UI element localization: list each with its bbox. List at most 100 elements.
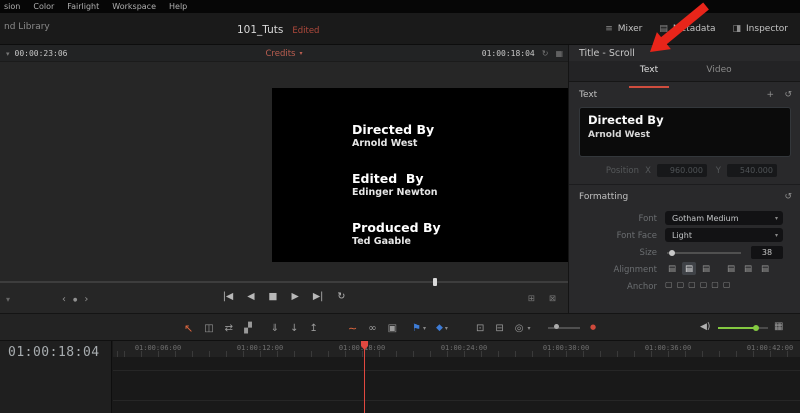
inspector-clip-title: Title - Scroll bbox=[579, 48, 635, 59]
viewer-scrub-bar[interactable] bbox=[0, 281, 568, 283]
menu-fairlight[interactable]: Fairlight bbox=[67, 2, 99, 11]
timeline-ruler[interactable]: 01:00:06:00 01:00:12:00 01:00:18:00 01:0… bbox=[113, 341, 800, 357]
chevron-down-icon[interactable]: ▾ bbox=[423, 325, 426, 332]
dynamic-trim-icon[interactable]: ⇄ bbox=[225, 323, 233, 334]
link-clips-icon[interactable]: ∞ bbox=[368, 323, 376, 334]
project-title: 101_Tuts bbox=[237, 24, 284, 36]
volume-knob[interactable] bbox=[753, 325, 759, 331]
align-left-button[interactable]: ▤ bbox=[665, 262, 679, 275]
clip-tools-cluster: ∼ ∞ ▣ bbox=[348, 314, 397, 342]
blade-tool-icon[interactable]: ▞ bbox=[244, 323, 252, 334]
menu-fusion[interactable]: sion bbox=[4, 2, 20, 11]
size-slider[interactable] bbox=[667, 252, 741, 254]
chevron-down-icon[interactable]: ▾ bbox=[528, 325, 531, 332]
record-indicator-icon: ● bbox=[590, 323, 597, 331]
ruler-label: 01:00:42:00 bbox=[746, 344, 794, 352]
loop-button[interactable]: ↻ bbox=[337, 291, 345, 302]
align-bottom-button[interactable]: ▤ bbox=[758, 262, 772, 275]
size-slider-knob[interactable] bbox=[669, 250, 675, 256]
viewer-scrub-handle[interactable] bbox=[433, 278, 437, 286]
fullscreen-icon[interactable]: ⊠ bbox=[549, 294, 556, 304]
text-section-label: Text bbox=[579, 90, 598, 100]
zoom-fit-icon[interactable]: ⊟ bbox=[495, 323, 503, 334]
add-icon[interactable]: + bbox=[766, 90, 774, 100]
ruler-label: 01:00:06:00 bbox=[134, 344, 182, 352]
timeline-area: 01:00:18:04 01:00:06:00 01:00:12:00 01:0… bbox=[0, 341, 800, 413]
credit-name: Arnold West bbox=[352, 138, 418, 149]
anchor-button[interactable]: ▢ bbox=[665, 280, 673, 289]
overwrite-clip-icon[interactable]: ↓ bbox=[290, 323, 298, 334]
speaker-icon[interactable]: ◀) bbox=[700, 322, 710, 332]
playhead[interactable] bbox=[364, 341, 365, 413]
align-middle-button[interactable]: ▤ bbox=[741, 262, 755, 275]
stop-button[interactable]: ■ bbox=[269, 291, 278, 302]
inspector-label: Inspector bbox=[746, 24, 788, 34]
anchor-button[interactable]: ▢ bbox=[711, 280, 719, 289]
position-x-label: X bbox=[645, 166, 651, 176]
selection-tool-icon[interactable]: ↖ bbox=[184, 322, 193, 335]
volume-slider[interactable] bbox=[718, 325, 768, 331]
anchor-button[interactable]: ▢ bbox=[700, 280, 708, 289]
timeline-zoom-slider[interactable] bbox=[548, 327, 580, 329]
title-text-input[interactable]: Directed By Arnold West bbox=[579, 107, 791, 157]
viewer-extra-controls: ⊞ ⊠ bbox=[528, 294, 556, 304]
align-top-button[interactable]: ▤ bbox=[724, 262, 738, 275]
alignment-label: Alignment bbox=[613, 265, 657, 275]
viewer-options-icon[interactable]: ▦ bbox=[555, 49, 563, 58]
position-x-field: 960.000 bbox=[657, 164, 707, 177]
timeline-tracks bbox=[113, 357, 800, 413]
font-label: Font bbox=[638, 214, 657, 224]
flag-icon[interactable]: ⚑ bbox=[412, 323, 421, 334]
inspector-icon: ◨ bbox=[732, 24, 742, 34]
jump-to-start-button[interactable]: |◀ bbox=[223, 291, 234, 302]
size-value-field[interactable]: 38 bbox=[751, 246, 783, 259]
mixer-icon: ≡ bbox=[605, 24, 613, 34]
align-center-button[interactable]: ▤ bbox=[682, 262, 696, 275]
font-dropdown[interactable]: Gotham Medium ▾ bbox=[665, 211, 783, 225]
timeline-zoom-knob[interactable] bbox=[554, 324, 559, 329]
refresh-icon[interactable]: ↻ bbox=[542, 49, 549, 58]
replace-clip-icon[interactable]: ↥ bbox=[310, 323, 318, 334]
inspector-button[interactable]: ◨ Inspector bbox=[733, 24, 789, 34]
reset-icon[interactable]: ↺ bbox=[784, 90, 792, 100]
magnifier-icon[interactable]: ◎ bbox=[515, 323, 524, 334]
trim-edit-icon[interactable]: ◫ bbox=[204, 323, 213, 334]
ruler-label: 01:00:36:00 bbox=[644, 344, 692, 352]
align-right-button[interactable]: ▤ bbox=[699, 262, 713, 275]
match-frame-icon[interactable]: ⊞ bbox=[528, 294, 535, 304]
retime-curve-icon[interactable]: ∼ bbox=[348, 322, 357, 335]
section-divider bbox=[569, 184, 800, 185]
box-zoom-icon[interactable]: ⊡ bbox=[476, 323, 484, 334]
anchor-button[interactable]: ▢ bbox=[688, 280, 696, 289]
position-y-field: 540.000 bbox=[727, 164, 777, 177]
viewer-topbar-right: 01:00:18:04 ↻ ▦ bbox=[482, 45, 563, 62]
menu-workspace[interactable]: Workspace bbox=[112, 2, 156, 11]
timeline-timecode-display[interactable]: 01:00:18:04 bbox=[8, 345, 100, 360]
font-face-dropdown[interactable]: Light ▾ bbox=[665, 228, 783, 242]
step-back-button[interactable]: ◀ bbox=[247, 291, 254, 302]
menu-color[interactable]: Color bbox=[33, 2, 54, 11]
chevron-down-icon[interactable]: ▾ bbox=[445, 325, 448, 332]
ruler-label: 01:00:24:00 bbox=[440, 344, 488, 352]
credit-group: Edited By Edinger Newton bbox=[352, 171, 441, 199]
insert-clip-icon[interactable]: ⇓ bbox=[271, 323, 279, 334]
menu-help[interactable]: Help bbox=[169, 2, 187, 11]
timeline-view-options-icon[interactable]: ▦ bbox=[774, 321, 783, 332]
anchor-button[interactable]: ▢ bbox=[677, 280, 685, 289]
play-button[interactable]: ▶ bbox=[292, 291, 299, 302]
credit-name: Ted Gaable bbox=[352, 236, 411, 247]
track-divider bbox=[113, 400, 800, 401]
edited-badge: Edited bbox=[292, 26, 320, 36]
title-text-line1: Directed By bbox=[588, 113, 664, 127]
marker-icon[interactable]: ◆ bbox=[436, 323, 443, 333]
sound-library-button[interactable]: nd Library bbox=[4, 22, 50, 32]
anchor-button[interactable]: ▢ bbox=[723, 280, 731, 289]
annotation-arrow bbox=[650, 2, 709, 52]
title-text-line2: Arnold West bbox=[588, 130, 651, 140]
timeline-timecode-field[interactable]: 01:00:18:04 bbox=[482, 49, 535, 58]
step-forward-button[interactable]: ▶| bbox=[313, 291, 324, 302]
reset-icon[interactable]: ↺ bbox=[784, 192, 792, 202]
position-lock-icon[interactable]: ▣ bbox=[388, 323, 397, 334]
credit-group: Produced By Ted Gaable bbox=[352, 220, 441, 248]
position-label: Position bbox=[605, 166, 639, 176]
